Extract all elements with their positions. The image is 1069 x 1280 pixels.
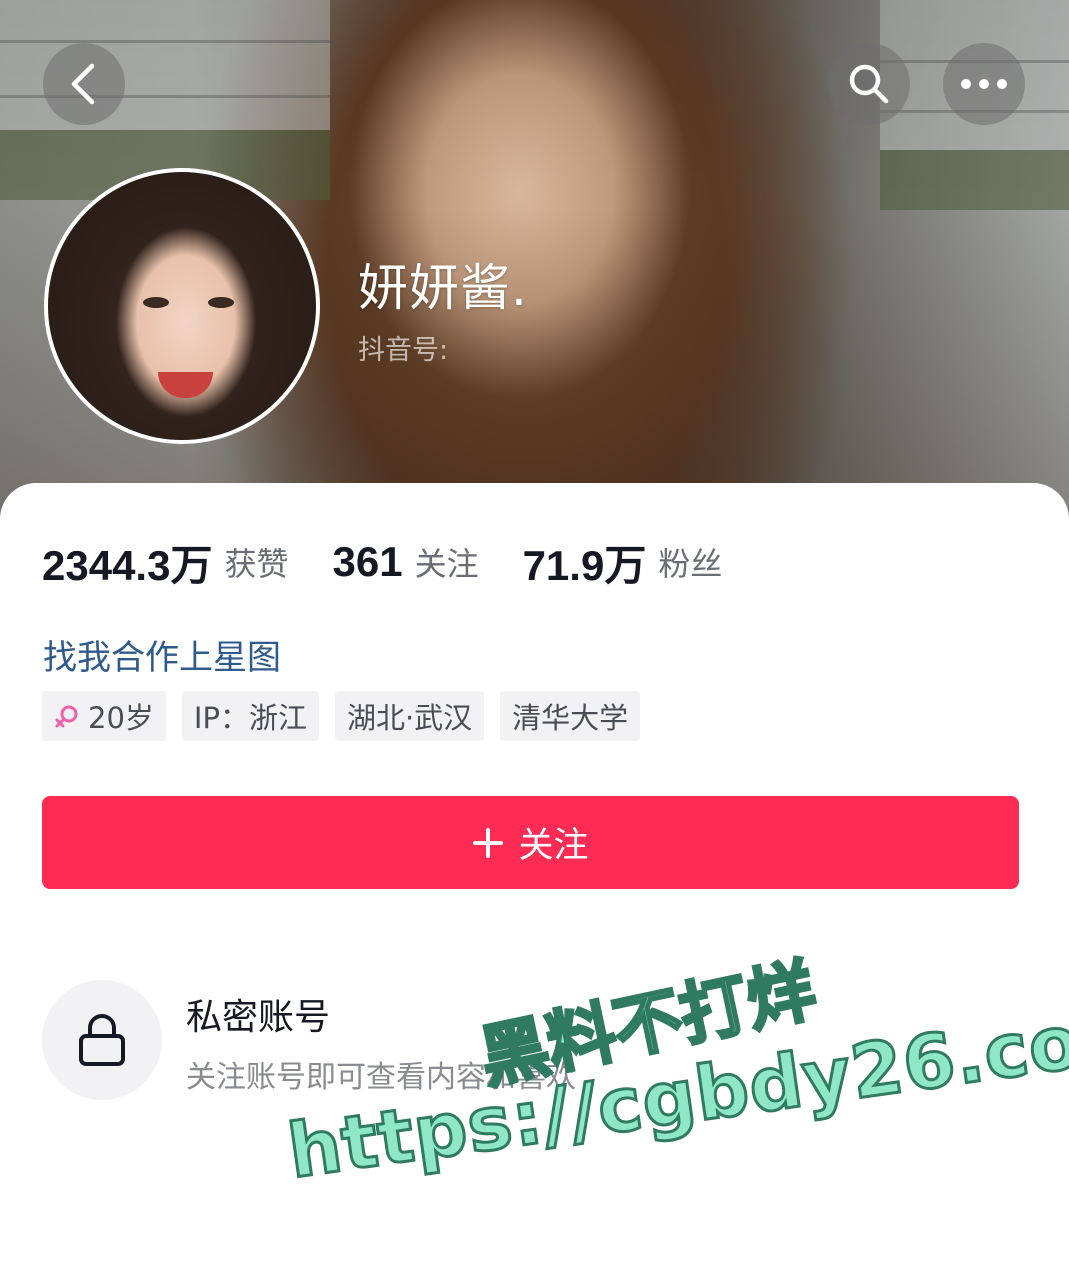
female-icon bbox=[54, 703, 80, 729]
douyin-id[interactable]: 抖音号: bbox=[358, 328, 448, 367]
stat-value: 361 bbox=[332, 538, 403, 585]
follow-button-label: 关注 bbox=[518, 826, 589, 866]
private-account-badge bbox=[42, 980, 162, 1100]
plus-icon bbox=[472, 827, 504, 859]
stat-label: 关注 bbox=[414, 545, 479, 583]
chevron-left-icon bbox=[71, 63, 95, 105]
avatar-mouth bbox=[158, 372, 213, 398]
tag-ip: IP：浙江 bbox=[181, 691, 319, 741]
lock-icon bbox=[79, 1014, 125, 1066]
profile-tags: 20岁 IP：浙江 湖北·武汉 清华大学 bbox=[42, 691, 656, 741]
stats-row: 2344.3万 获赞 361 关注 71.9万 粉丝 bbox=[42, 537, 766, 589]
more-horizontal-icon bbox=[961, 79, 1007, 89]
back-button[interactable] bbox=[43, 43, 125, 125]
tag-school[interactable]: 清华大学 bbox=[500, 691, 641, 741]
stat-value: 2344.3万 bbox=[42, 541, 213, 589]
stat-label: 获赞 bbox=[224, 545, 289, 583]
more-button[interactable] bbox=[943, 43, 1025, 125]
search-button[interactable] bbox=[828, 43, 910, 125]
stat-value: 71.9万 bbox=[522, 541, 647, 589]
star-cooperation-link[interactable]: 找我合作上星图 bbox=[43, 630, 281, 679]
tag-age: 20岁 bbox=[42, 691, 166, 741]
tag-location: 湖北·武汉 bbox=[334, 691, 485, 741]
follow-button[interactable]: 关注 bbox=[42, 796, 1019, 889]
tag-age-text: 20岁 bbox=[88, 701, 154, 735]
stat-label: 粉丝 bbox=[658, 545, 723, 583]
stat-likes[interactable]: 2344.3万 获赞 bbox=[42, 532, 288, 593]
avatar[interactable] bbox=[44, 168, 320, 444]
private-account-title: 私密账号 bbox=[186, 997, 331, 1038]
avatar-eye-right bbox=[208, 297, 234, 308]
stat-followers[interactable]: 71.9万 粉丝 bbox=[523, 532, 723, 593]
stat-following[interactable]: 361 关注 bbox=[332, 538, 478, 586]
avatar-eye-left bbox=[143, 297, 169, 308]
search-icon bbox=[849, 64, 889, 104]
nickname: 妍妍酱. bbox=[358, 259, 528, 317]
